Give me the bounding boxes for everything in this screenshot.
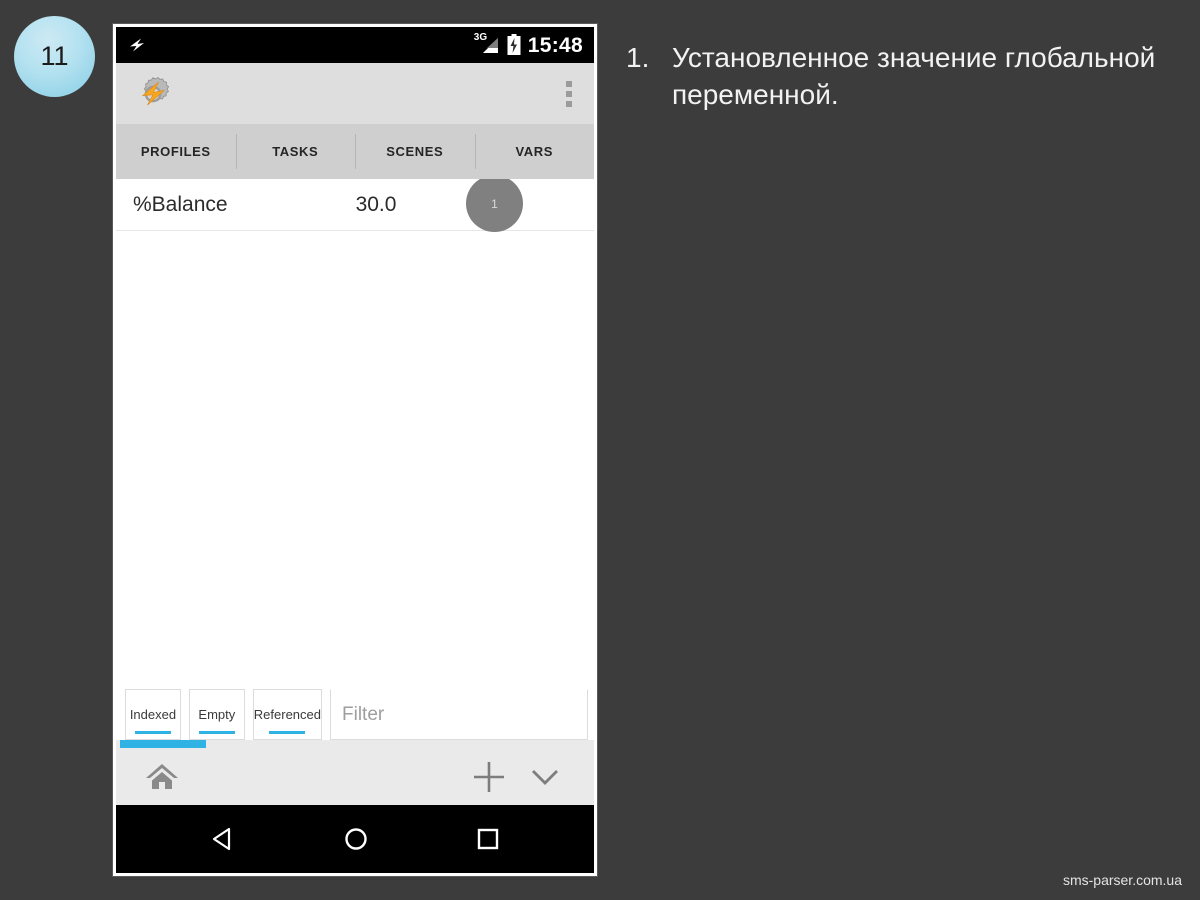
caption-text: Установленное значение глобальной переме… <box>672 42 1156 110</box>
overflow-menu-icon[interactable] <box>558 75 580 113</box>
battery-charging-icon <box>507 34 521 56</box>
filter-bar: Indexed Empty Referenced <box>116 681 594 740</box>
variable-name: %Balance <box>133 192 228 216</box>
signal-bars-icon: 3G <box>473 32 500 55</box>
tab-strip: PROFILES TASKS SCENES VARS <box>116 124 595 185</box>
tap-indicator-label: 1 <box>491 196 498 211</box>
empty-underline <box>198 731 235 734</box>
footer-watermark: sms-parser.com.ua <box>1062 872 1182 888</box>
recents-square-icon[interactable] <box>474 825 502 853</box>
home-circle-icon[interactable] <box>341 824 371 854</box>
slide-number-badge: 11 <box>14 16 95 97</box>
filter-button-empty-label: Empty <box>198 707 236 722</box>
android-status-bar: 3G 15:48 <box>116 27 594 63</box>
referenced-underline <box>269 731 306 734</box>
variable-value: 30.0 <box>355 192 397 216</box>
tab-profiles[interactable]: PROFILES <box>116 124 236 179</box>
slide-number-label: 11 <box>40 41 69 71</box>
tab-tasks-label: TASKS <box>272 144 319 159</box>
android-nav-bar <box>116 805 594 873</box>
tab-scenes-label: SCENES <box>386 144 444 159</box>
plus-icon[interactable] <box>460 754 518 800</box>
variables-list[interactable]: %Balance 30.0 1 <box>116 179 594 681</box>
chevron-down-icon[interactable] <box>518 756 572 798</box>
app-bar <box>116 63 594 124</box>
table-row[interactable]: %Balance 30.0 1 <box>116 179 594 232</box>
caption: 1. Установленное значение глобальной пер… <box>626 40 1166 114</box>
tab-vars[interactable]: VARS <box>474 124 595 185</box>
filter-button-referenced[interactable]: Referenced <box>252 689 322 740</box>
filter-button-empty[interactable]: Empty <box>188 689 245 740</box>
filter-button-indexed-label: Indexed <box>129 707 177 722</box>
search-input[interactable] <box>330 689 588 740</box>
filter-button-referenced-label: Referenced <box>253 707 321 722</box>
caption-marker: 1. <box>626 42 650 73</box>
horizontal-scrollbar[interactable] <box>116 740 594 748</box>
tap-indicator-badge: 1 <box>466 179 523 232</box>
tab-tasks[interactable]: TASKS <box>235 124 356 179</box>
phone-screenshot-frame: 3G 15:48 PROFILES TASKS SCENES VARS %Bal… <box>113 24 597 876</box>
home-icon[interactable] <box>135 758 189 796</box>
bottom-action-bar <box>116 748 594 805</box>
scrollbar-thumb[interactable] <box>120 740 206 748</box>
network-type-label: 3G <box>473 32 488 43</box>
filter-button-indexed[interactable]: Indexed <box>125 689 181 740</box>
tab-profiles-label: PROFILES <box>140 144 211 159</box>
indexed-underline <box>134 731 171 734</box>
lightning-bolt-icon <box>127 35 147 55</box>
back-triangle-icon[interactable] <box>208 824 238 854</box>
status-bar-clock: 15:48 <box>527 33 583 57</box>
tab-scenes[interactable]: SCENES <box>355 124 475 179</box>
tasker-gear-bolt-icon[interactable] <box>134 75 172 113</box>
tab-vars-label: VARS <box>515 144 554 159</box>
